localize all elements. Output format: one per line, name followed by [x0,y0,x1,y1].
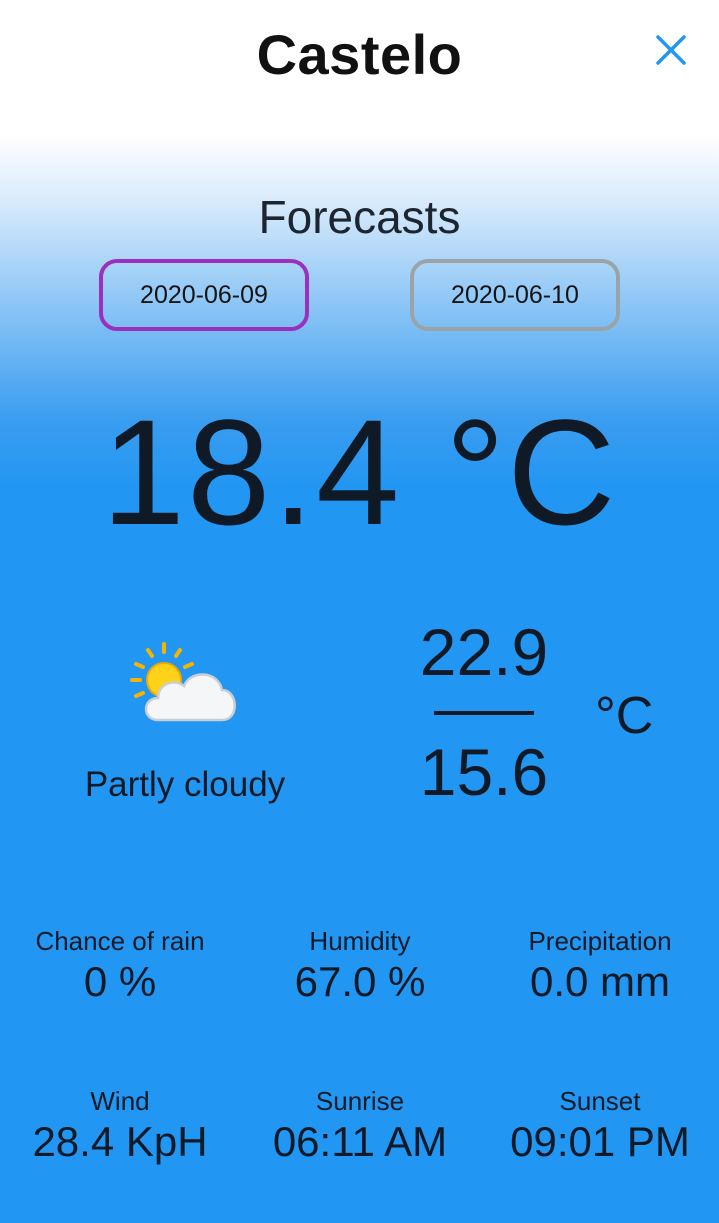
stat-label: Precipitation [528,926,672,956]
temperature-divider [434,711,534,715]
temperature-unit: °C [595,687,654,745]
stat-value: 0.0 mm [529,958,671,1005]
stat-label: Sunrise [315,1086,405,1116]
stat-precipitation: Precipitation 0.0 mm [480,925,719,1007]
forecasts-heading: Forecasts [258,191,461,243]
date-button-2020-06-09[interactable]: 2020-06-09 [99,259,309,331]
stat-value: 06:11 AM [272,1118,448,1165]
partly-cloudy-icon [128,640,240,724]
stat-value: 0 % [83,958,157,1005]
close-icon[interactable] [651,30,691,70]
stat-value: 09:01 PM [510,1118,690,1165]
current-temperature: 18.4 °C [101,388,618,556]
stat-label: Chance of rain [35,926,205,956]
stat-label: Sunset [559,1086,641,1116]
max-temperature: 22.9 [419,615,549,689]
stat-label: Humidity [309,926,411,956]
date-button-2020-06-10[interactable]: 2020-06-10 [410,259,620,331]
min-temperature: 15.6 [419,735,549,809]
close-button[interactable] [651,30,691,70]
condition-text: Partly cloudy [84,765,286,804]
stat-sunset: Sunset 09:01 PM [480,1085,719,1167]
stat-value: 28.4 KpH [32,1118,208,1165]
stat-humidity: Humidity 67.0 % [240,925,480,1007]
stat-sunrise: Sunrise 06:11 AM [240,1085,480,1167]
stat-chance-of-rain: Chance of rain 0 % [0,925,240,1007]
stat-label: Wind [90,1086,150,1116]
stat-wind: Wind 28.4 KpH [0,1085,240,1167]
stat-value: 67.0 % [294,958,426,1005]
city-title: Castelo [256,23,463,86]
